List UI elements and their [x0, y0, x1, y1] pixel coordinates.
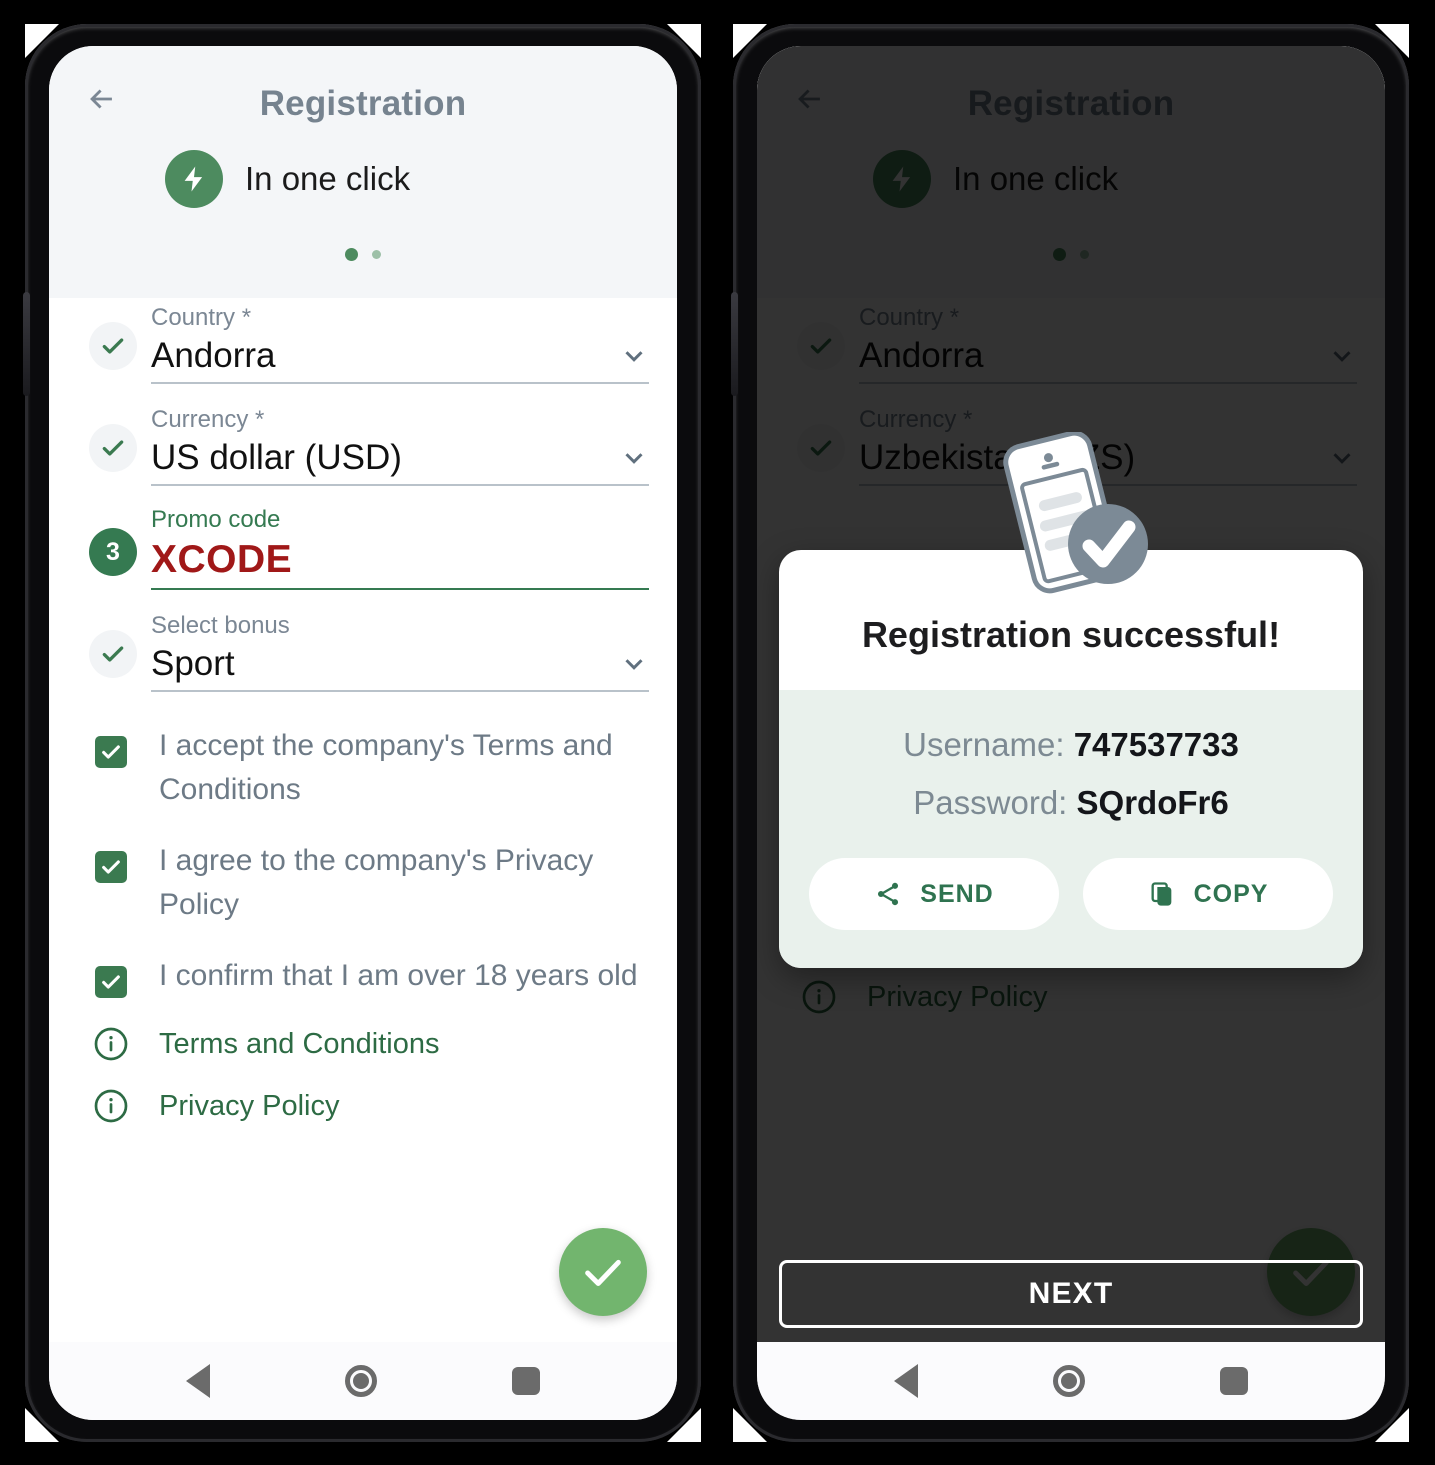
page-title: Registration [259, 84, 467, 123]
check-icon [585, 1259, 621, 1286]
navbar-home-icon[interactable] [344, 1365, 377, 1397]
pagination-dot-inactive[interactable] [372, 250, 381, 259]
step-badge-3: 3 [89, 528, 137, 576]
info-icon [94, 1089, 128, 1123]
password-line: Password: SQrdoFr6 [779, 784, 1363, 822]
power-button-left[interactable] [23, 292, 30, 396]
navbar-home-icon[interactable] [1052, 1365, 1085, 1397]
consent-checkbox-list-left: I accept the company's Terms and Conditi… [49, 692, 677, 1124]
checkbox-label-age: I confirm that I am over 18 years old [159, 959, 638, 992]
send-button[interactable]: SEND [809, 858, 1059, 930]
checkbox-label-privacy: I agree to the company's Privacy Policy [159, 844, 594, 921]
copy-icon [1151, 882, 1171, 906]
navbar-recents-icon[interactable] [1219, 1367, 1248, 1395]
credentials-panel: Username: 747537733 Password: SQrdoFr6 S… [779, 690, 1363, 968]
navbar-recents-icon[interactable] [511, 1367, 540, 1395]
checkbox-checked-icon[interactable] [95, 966, 127, 998]
checkbox-row-age[interactable]: I confirm that I am over 18 years old [75, 954, 647, 998]
app-header-left: Registration In one click [49, 46, 677, 298]
password-label: Password: [913, 784, 1068, 821]
field-status-check-icon [89, 424, 137, 472]
username-value: 747537733 [1073, 726, 1239, 763]
phone-device-left: Registration In one click Country * Ando… [23, 24, 701, 1442]
chevron-down-icon[interactable] [619, 341, 649, 371]
power-button-right[interactable] [731, 292, 738, 396]
field-value-promo-code: XCODE [151, 538, 293, 581]
submit-fab-button[interactable] [559, 1228, 647, 1316]
username-label: Username: [903, 726, 1065, 763]
pagination-dots [49, 248, 677, 261]
info-icon [94, 1027, 128, 1061]
pagination-dot-active[interactable] [345, 248, 358, 261]
field-label-country: Country * [151, 304, 252, 331]
password-value: SQrdoFr6 [1076, 784, 1229, 821]
checkbox-checked-icon[interactable] [95, 736, 127, 768]
checkbox-label-terms: I accept the company's Terms and Conditi… [159, 729, 613, 806]
field-label-promo-code: Promo code [151, 506, 281, 533]
field-country[interactable]: Country * Andorra [49, 304, 677, 384]
share-icon [878, 882, 899, 906]
registration-form-left: Country * Andorra Currency * US dollar (… [49, 298, 677, 692]
field-value-select-bonus: Sport [151, 644, 235, 683]
registration-success-dialog: Registration successful! Username: 74753… [779, 432, 1363, 968]
phone-screen-left: Registration In one click Country * Ando… [49, 46, 677, 1420]
phone-screen-right: Registration In one click [757, 46, 1385, 1420]
field-select-bonus[interactable]: Select bonus Sport [49, 612, 677, 692]
android-navbar-right [757, 1342, 1385, 1420]
link-label-privacy[interactable]: Privacy Policy [159, 1090, 340, 1123]
navbar-back-icon[interactable] [186, 1364, 211, 1398]
chevron-down-icon[interactable] [619, 443, 649, 473]
field-status-check-icon [89, 630, 137, 678]
dialog-title: Registration successful! [861, 614, 1281, 655]
send-button-label: SEND [920, 879, 994, 908]
chevron-down-icon[interactable] [619, 649, 649, 679]
link-label-terms[interactable]: Terms and Conditions [159, 1028, 439, 1061]
copy-button[interactable]: COPY [1083, 858, 1333, 930]
navbar-back-icon[interactable] [894, 1364, 919, 1398]
phone-device-right: Registration In one click [731, 24, 1409, 1442]
next-button[interactable]: NEXT [779, 1260, 1363, 1328]
field-label-select-bonus: Select bonus [151, 612, 290, 639]
lightning-bolt-icon [165, 150, 223, 208]
field-currency[interactable]: Currency * US dollar (USD) [49, 406, 677, 486]
checkbox-checked-icon[interactable] [95, 851, 127, 883]
link-row-privacy[interactable]: Privacy Policy [75, 1088, 647, 1124]
checkbox-row-terms[interactable]: I accept the company's Terms and Conditi… [75, 724, 647, 811]
one-click-banner[interactable]: In one click [165, 150, 677, 208]
dialog-actions: SEND COPY [779, 842, 1363, 938]
link-row-terms[interactable]: Terms and Conditions [75, 1026, 647, 1062]
copy-button-label: COPY [1193, 879, 1269, 908]
back-arrow-icon[interactable] [85, 82, 119, 116]
field-value-country: Andorra [151, 336, 276, 375]
one-click-label: In one click [245, 160, 411, 197]
field-status-check-icon [89, 322, 137, 370]
field-value-currency: US dollar (USD) [151, 438, 402, 477]
checkbox-row-privacy[interactable]: I agree to the company's Privacy Policy [75, 839, 647, 926]
android-navbar-left [49, 1342, 677, 1420]
field-label-currency: Currency * [151, 406, 265, 433]
username-line: Username: 747537733 [779, 726, 1363, 764]
field-promo-code[interactable]: 3 Promo code XCODE [49, 506, 677, 590]
